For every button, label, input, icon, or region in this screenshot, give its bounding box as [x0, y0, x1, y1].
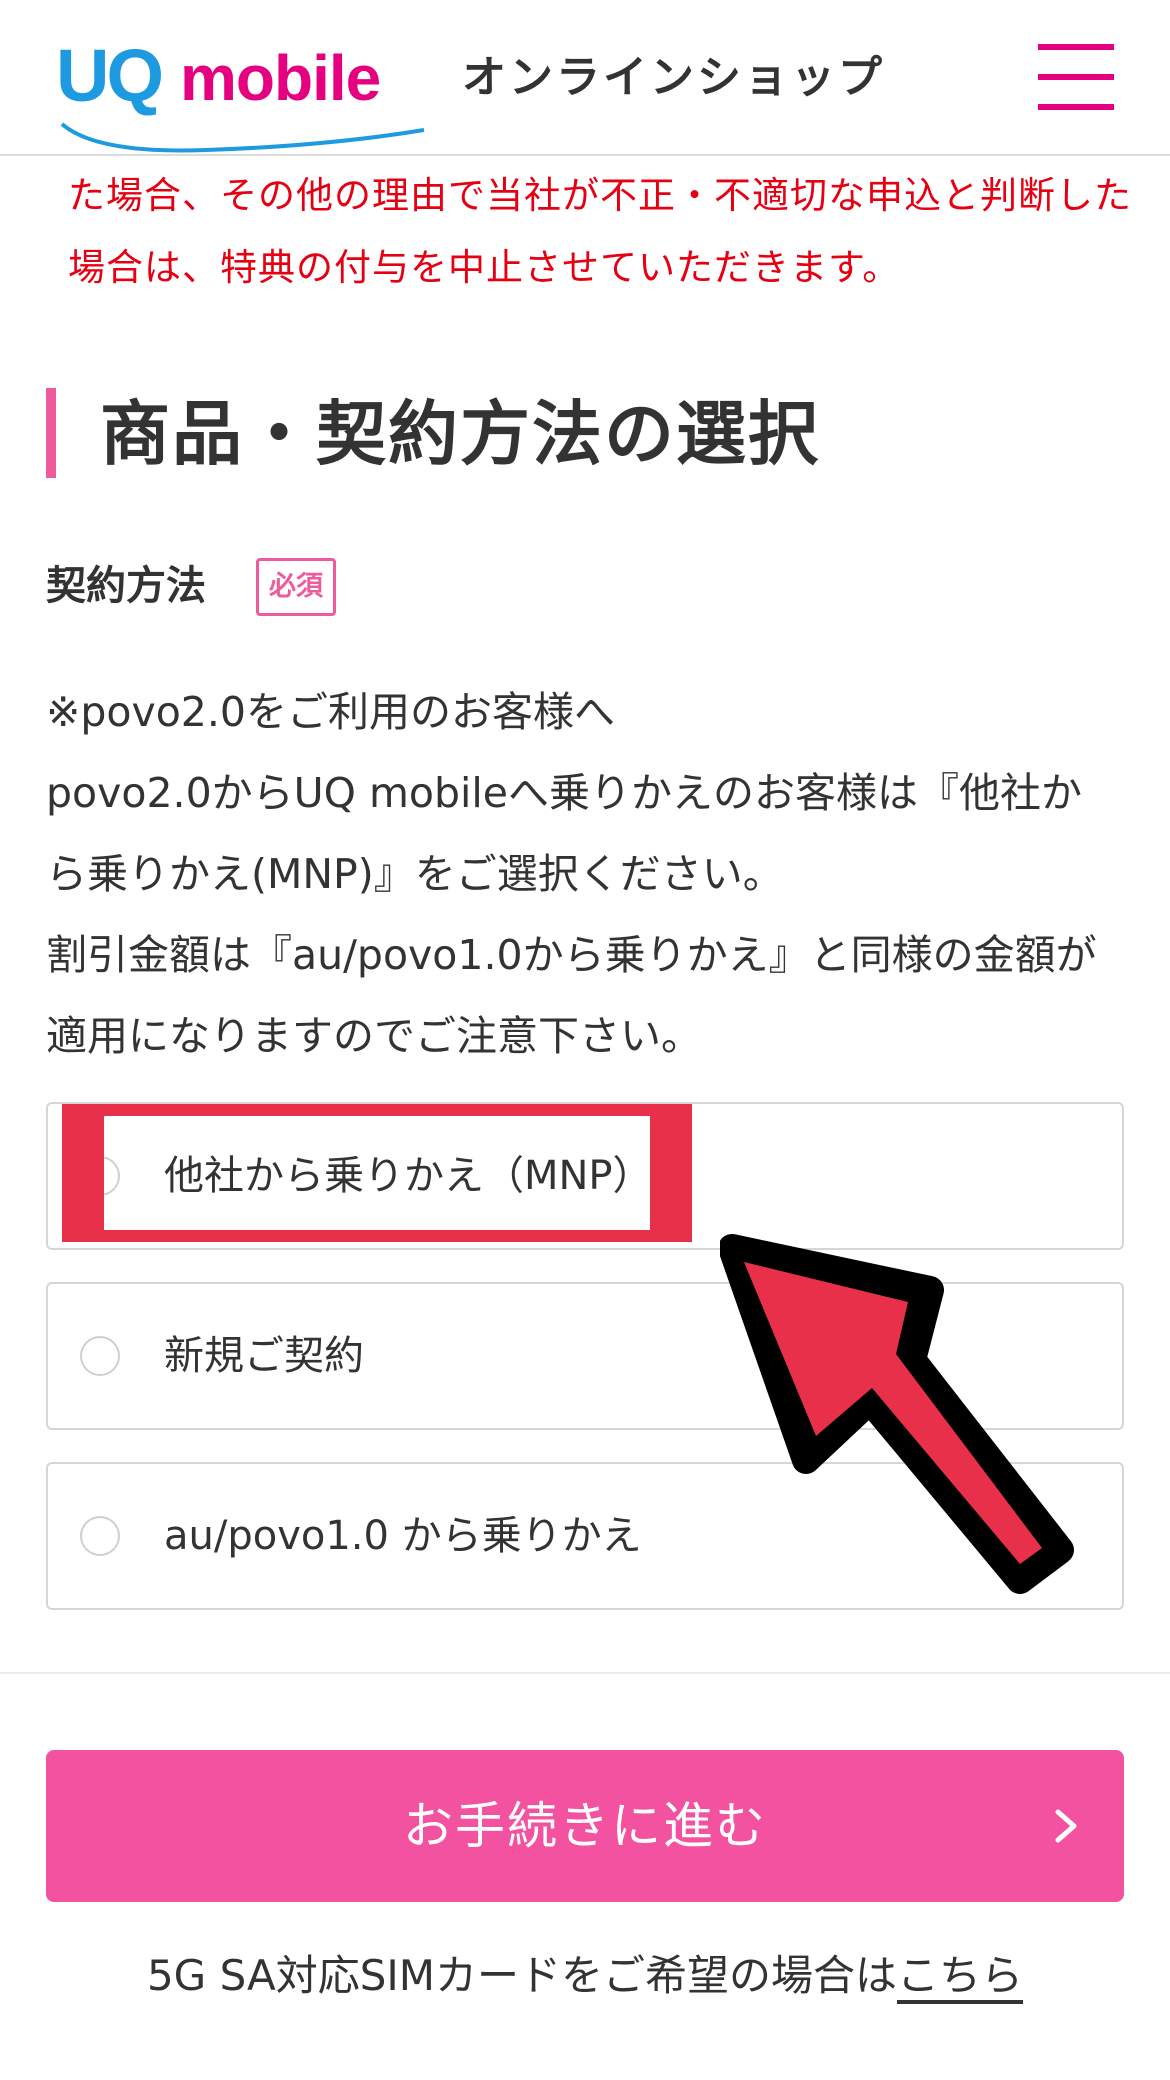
option-label: au/povo1.0 から乗りかえ: [164, 1513, 642, 1559]
notice-line-2: 場合は、特典の付与を中止させていただきます。: [68, 246, 901, 289]
section-accent-bar: [46, 388, 56, 478]
option-mnp[interactable]: 他社から乗りかえ（MNP）: [46, 1102, 1124, 1250]
radio-button[interactable]: [80, 1516, 120, 1556]
info-line: 適用になりますのでご注意下さい。: [46, 1012, 702, 1060]
info-line: 割引金額は『au/povo1.0から乗りかえ』と同様の金額が: [46, 931, 1097, 979]
info-line: ※povo2.0をご利用のお客様へ: [46, 688, 616, 736]
site-header: UQ mobile オンラインショップ: [0, 0, 1170, 156]
radio-button[interactable]: [80, 1156, 120, 1196]
info-line: ら乗りかえ(MNP)』をご選択ください。: [46, 850, 784, 898]
option-new-contract[interactable]: 新規ご契約: [46, 1282, 1124, 1430]
section-divider: [0, 1672, 1170, 1674]
hamburger-menu-icon-bar: [1038, 104, 1114, 110]
notice-line-1: た場合、その他の理由で当社が不正・不適切な申込と判断した: [68, 174, 1132, 217]
online-shop-label: オンラインショップ: [462, 52, 885, 103]
option-label: 他社から乗りかえ（MNP）: [164, 1153, 653, 1199]
campaign-notice: た場合、その他の理由で当社が不正・不適切な申込と判断した 場合は、特典の付与を中…: [68, 160, 1138, 304]
hamburger-menu-icon-bar: [1038, 44, 1114, 50]
info-line: povo2.0からUQ mobileへ乗りかえのお客様は『他社か: [46, 769, 1083, 817]
hamburger-menu-button[interactable]: [1038, 44, 1114, 110]
sa-sim-note: 5G SA対応SIMカードをご希望の場合はこちら: [0, 1944, 1170, 2008]
logo-swoosh-icon: [60, 122, 425, 153]
radio-button[interactable]: [80, 1336, 120, 1376]
contract-method-label: 契約方法: [46, 563, 206, 609]
chevron-right-icon: [1055, 1809, 1077, 1843]
sa-sim-link[interactable]: こちら: [897, 1951, 1023, 2000]
hamburger-menu-icon-bar: [1038, 74, 1114, 80]
povo-info-text: ※povo2.0をご利用のお客様へ povo2.0からUQ mobileへ乗りか…: [46, 672, 1146, 1077]
page: UQ mobile オンラインショップ た場合、その他の理由で当社が不正・不適切…: [0, 0, 1170, 2080]
sa-sim-text: 5G SA対応SIMカードをご希望の場合は: [146, 1951, 898, 2000]
proceed-button[interactable]: お手続きに進む: [46, 1750, 1124, 1902]
uq-mobile-logo[interactable]: UQ mobile: [56, 36, 428, 153]
section-title: 商品・契約方法の選択: [100, 393, 820, 475]
proceed-button-label: お手続きに進む: [403, 1797, 767, 1855]
option-label: 新規ご契約: [164, 1333, 364, 1379]
required-badge: 必須: [256, 558, 336, 616]
option-au-povo[interactable]: au/povo1.0 から乗りかえ: [46, 1462, 1124, 1610]
